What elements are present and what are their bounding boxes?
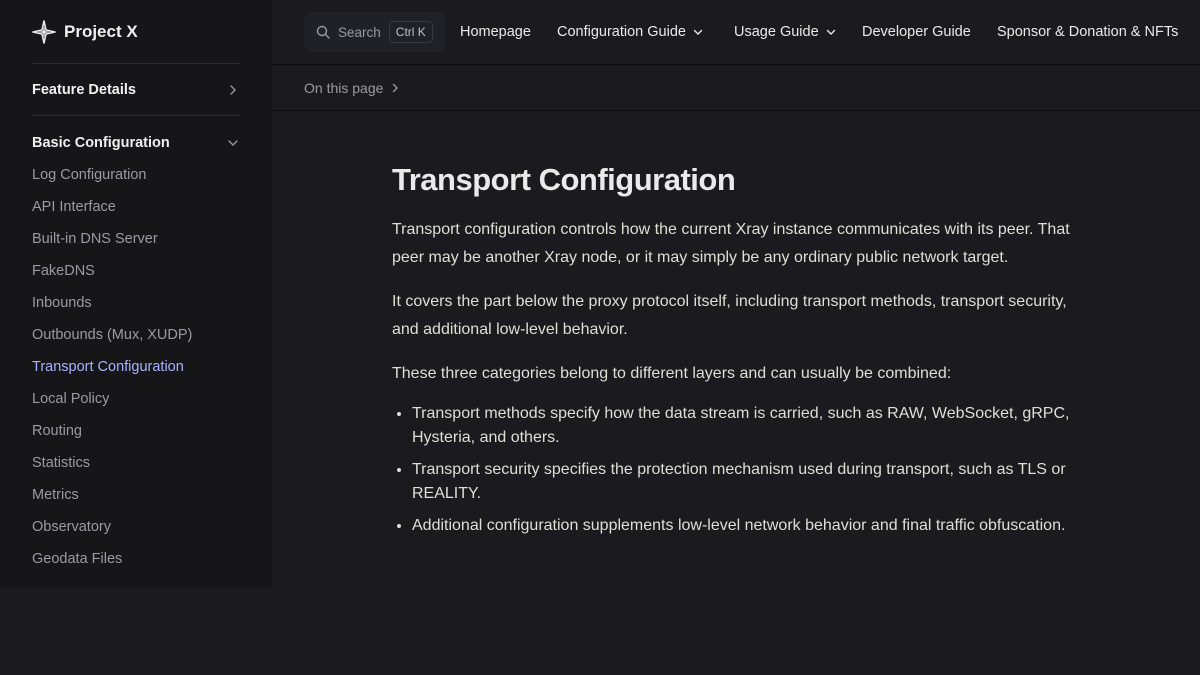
on-this-page-toggle[interactable]: On this page	[272, 65, 1200, 111]
nav-link-developer-guide[interactable]: Developer Guide	[862, 0, 971, 64]
list-item: Additional configuration supplements low…	[412, 514, 1082, 538]
chevron-right-icon	[389, 82, 401, 94]
sidebar-item-log-configuration[interactable]: Log Configuration	[32, 159, 240, 191]
sidebar-item-geodata-files[interactable]: Geodata Files	[32, 543, 240, 575]
brand-link[interactable]: Project X	[32, 0, 240, 64]
paragraph-scope: It covers the part below the proxy proto…	[392, 293, 1067, 338]
sidebar-item-inbounds[interactable]: Inbounds	[32, 287, 240, 319]
nav-link-label: Usage Guide	[734, 24, 819, 40]
sidebar-group-label: Basic Configuration	[32, 135, 170, 151]
nav-link-homepage[interactable]: Homepage	[460, 0, 531, 64]
sidebar-item-transport-configuration[interactable]: Transport Configuration	[32, 351, 240, 383]
nav-link-label: Configuration Guide	[557, 24, 686, 40]
sidebar-item-statistics[interactable]: Statistics	[32, 447, 240, 479]
sidebar-item-local-policy[interactable]: Local Policy	[32, 383, 240, 415]
sidebar-item-outbounds[interactable]: Outbounds (Mux, XUDP)	[32, 319, 240, 351]
page-title: Transport Configuration	[392, 162, 736, 197]
search-button[interactable]: Search Ctrl K	[304, 12, 446, 52]
main-content: Transport Configuration Transport config…	[392, 150, 1082, 546]
sidebar-group-feature-details[interactable]: Feature Details	[32, 78, 240, 102]
list-item: Transport methods specify how the data s…	[412, 402, 1082, 450]
list-item: Transport security specifies the protect…	[412, 458, 1082, 506]
chevron-down-icon	[692, 26, 704, 38]
sidebar: Project X Feature Details Basic Configur…	[0, 0, 272, 588]
sidebar-group-basic-configuration: Basic Configuration Log Configuration AP…	[32, 131, 240, 575]
nav-link-label: Homepage	[460, 24, 531, 40]
brand-name: Project X	[64, 21, 138, 41]
sidebar-group-header[interactable]: Basic Configuration	[32, 131, 240, 155]
search-icon	[316, 25, 330, 39]
sidebar-item-routing[interactable]: Routing	[32, 415, 240, 447]
nav-link-configuration-guide[interactable]: Configuration Guide	[557, 0, 704, 64]
on-this-page-label: On this page	[304, 79, 384, 96]
sidebar-item-metrics[interactable]: Metrics	[32, 479, 240, 511]
categories-list: Transport methods specify how the data s…	[392, 402, 1082, 538]
chevron-down-icon[interactable]	[226, 136, 240, 150]
project-x-logo-icon	[32, 19, 56, 44]
chevron-down-icon	[825, 26, 837, 38]
sidebar-item-built-in-dns-server[interactable]: Built-in DNS Server	[32, 223, 240, 255]
sidebar-item-fakedns[interactable]: FakeDNS	[32, 255, 240, 287]
search-shortcut-badge: Ctrl K	[388, 21, 433, 43]
sidebar-group-label: Feature Details	[32, 82, 136, 98]
nav-link-usage-guide[interactable]: Usage Guide	[734, 0, 837, 64]
nav-link-label: Developer Guide	[862, 24, 971, 40]
nav-link-label: Sponsor & Donation & NFTs	[997, 24, 1179, 40]
paragraph-intro: Transport configuration controls how the…	[392, 221, 1070, 266]
top-navigation: Search Ctrl K Homepage Configuration Gui…	[272, 0, 1200, 65]
search-placeholder: Search	[338, 24, 381, 40]
nav-link-sponsor[interactable]: Sponsor & Donation & NFTs	[997, 0, 1178, 64]
sidebar-item-api-interface[interactable]: API Interface	[32, 191, 240, 223]
sidebar-item-observatory[interactable]: Observatory	[32, 511, 240, 543]
paragraph-categories: These three categories belong to differe…	[392, 365, 952, 382]
chevron-right-icon[interactable]	[226, 83, 240, 97]
sidebar-divider	[32, 115, 240, 116]
